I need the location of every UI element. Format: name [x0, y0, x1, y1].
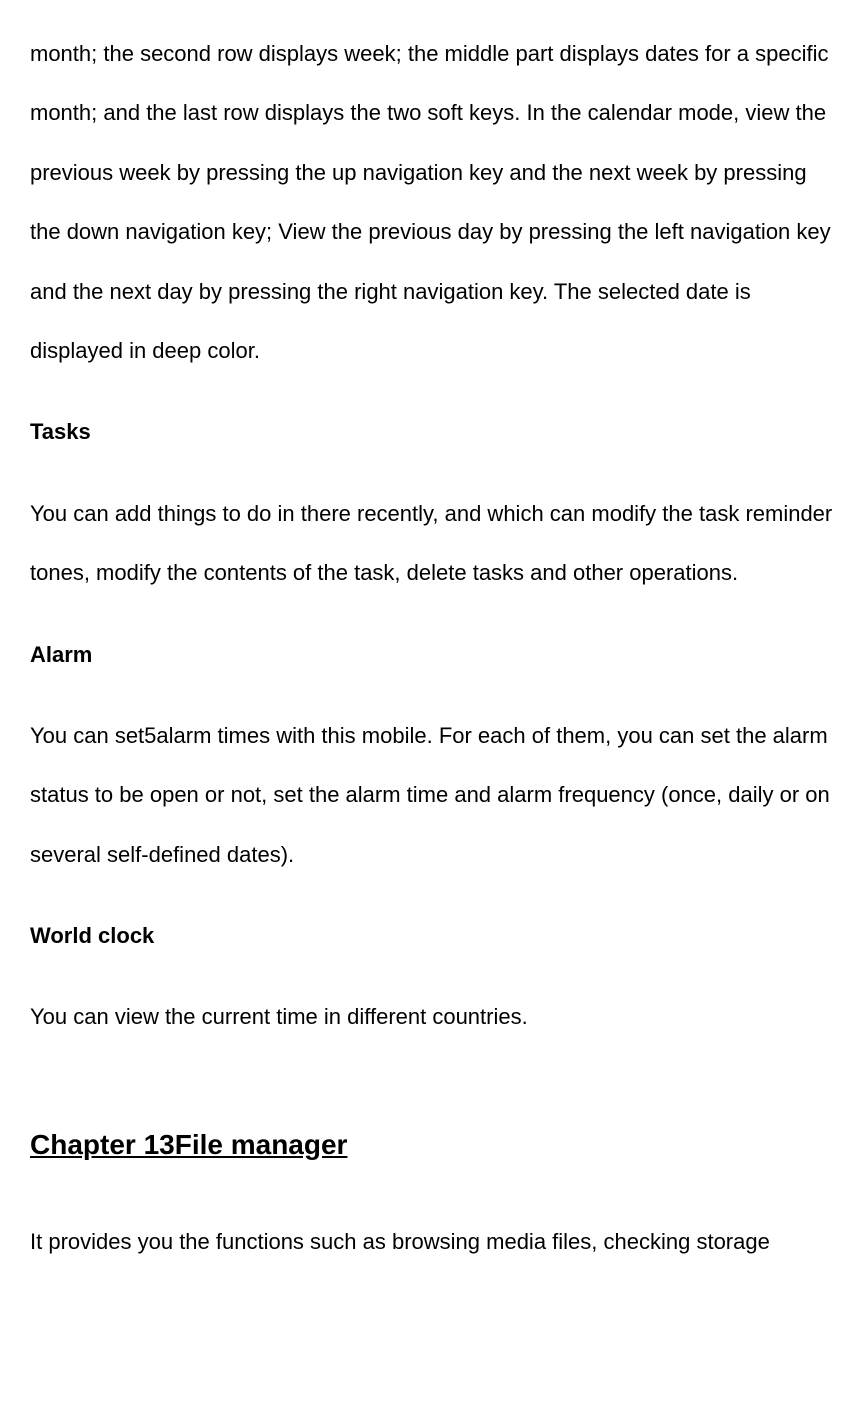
tasks-description-paragraph: You can add things to do in there recent… [30, 484, 835, 603]
world-clock-description-paragraph: You can view the current time in differe… [30, 987, 835, 1046]
file-manager-description-paragraph: It provides you the functions such as br… [30, 1212, 835, 1271]
world-clock-heading: World clock [30, 906, 835, 965]
tasks-heading: Tasks [30, 402, 835, 461]
alarm-heading: Alarm [30, 625, 835, 684]
alarm-description-paragraph: You can set5alarm times with this mobile… [30, 706, 835, 884]
calendar-description-paragraph: month; the second row displays week; the… [30, 24, 835, 380]
chapter-13-heading: Chapter 13File manager [30, 1107, 835, 1183]
